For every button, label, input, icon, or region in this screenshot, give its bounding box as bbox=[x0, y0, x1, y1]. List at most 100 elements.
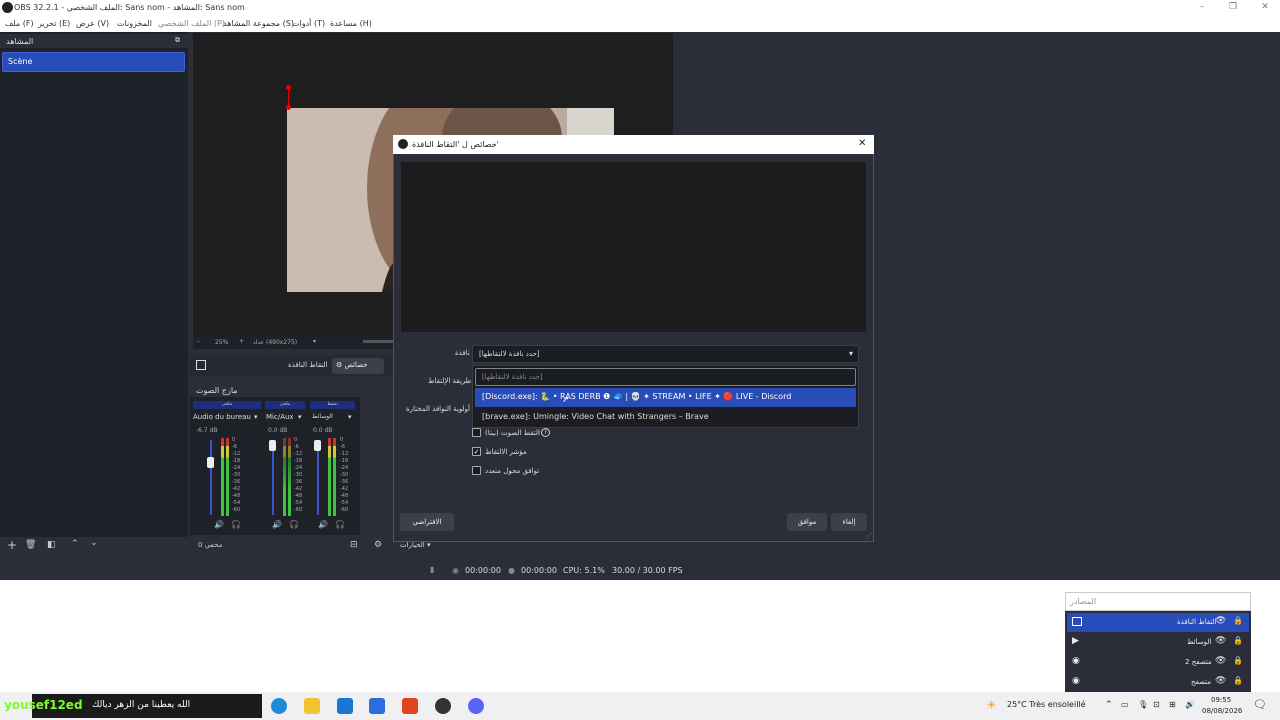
source-item[interactable]: ◉ متصفح 👁 🔒 bbox=[1067, 673, 1249, 692]
mixer-settings-icon[interactable]: ⚙ bbox=[374, 540, 382, 550]
zoom-out-icon[interactable]: – bbox=[197, 338, 200, 345]
window-capture-icon bbox=[1072, 617, 1082, 626]
edge-browser-icon[interactable] bbox=[271, 698, 287, 714]
eye-icon[interactable]: 👁 bbox=[1215, 656, 1226, 666]
minimize-icon[interactable]: – bbox=[1195, 1, 1209, 14]
filter-icon[interactable]: ◧ bbox=[47, 540, 56, 550]
menu-tools[interactable]: أدوات (T) bbox=[292, 19, 325, 28]
eye-icon[interactable]: 👁 bbox=[1215, 636, 1226, 646]
eye-icon[interactable]: 👁 bbox=[1215, 616, 1226, 626]
volume-fader[interactable] bbox=[317, 440, 319, 515]
notifications-icon[interactable]: 🗨 bbox=[1253, 698, 1267, 711]
scenes-title: المشاهد bbox=[6, 37, 34, 46]
ok-button[interactable]: موافق bbox=[787, 513, 827, 531]
tray-app-icon[interactable]: ⊡ bbox=[1153, 700, 1160, 709]
sources-filter-input[interactable]: المصادر bbox=[1065, 592, 1251, 611]
channel-menu-icon[interactable]: ▾ bbox=[254, 413, 258, 421]
add-scene-icon[interactable]: + bbox=[7, 538, 17, 552]
clock-date[interactable]: 08/08/2026 bbox=[1202, 707, 1242, 715]
lock-icon[interactable]: 🔒 bbox=[1233, 676, 1243, 685]
speaker-icon[interactable]: 🔊 bbox=[272, 520, 282, 529]
file-explorer-icon[interactable] bbox=[304, 698, 320, 714]
menu-file[interactable]: ملف (F) bbox=[5, 19, 34, 28]
close-icon[interactable]: ✕ bbox=[858, 138, 866, 149]
db-tick-label: -18 bbox=[232, 458, 241, 464]
checkbox-capture-audio[interactable] bbox=[472, 428, 481, 437]
resize-grip-icon[interactable]: ⋰ bbox=[865, 532, 872, 540]
menu-scene-collection[interactable]: مجموعة المشاهد (S) bbox=[223, 19, 294, 28]
db-tick-label: -48 bbox=[340, 493, 349, 499]
channel-menu-icon[interactable]: ▾ bbox=[298, 413, 302, 421]
dropdown-option[interactable]: [brave.exe]: Umingle: Video Chat with St… bbox=[475, 408, 856, 427]
weather-text[interactable]: 25°C Très ensoleillé bbox=[1007, 700, 1086, 709]
defaults-button[interactable]: الافتراضي bbox=[400, 513, 454, 531]
properties-button[interactable]: ⚙ خصائص bbox=[332, 358, 384, 374]
volume-fader[interactable] bbox=[272, 440, 274, 515]
dropdown-search-input[interactable]: [حدد نافذة لالتقاطها] bbox=[475, 368, 856, 386]
volume-icon[interactable]: 🔊 bbox=[1185, 700, 1195, 709]
checkbox-multi-adapter[interactable] bbox=[472, 466, 481, 475]
headphones-icon[interactable]: 🎧 bbox=[231, 520, 241, 529]
level-meter bbox=[328, 438, 331, 516]
tray-chevron-up-icon[interactable]: ⌃ bbox=[1105, 700, 1113, 710]
volume-fader[interactable] bbox=[210, 440, 212, 515]
menu-edit[interactable]: تحرير (E) bbox=[38, 19, 70, 28]
menu-view[interactable]: عرض (V) bbox=[76, 19, 109, 28]
window-select[interactable]: [حدد نافذة لالتقاطها] ▾ bbox=[472, 345, 859, 363]
fader-knob[interactable] bbox=[269, 440, 276, 451]
speaker-icon[interactable]: 🔊 bbox=[318, 520, 328, 529]
layout-icon[interactable]: ⊟ bbox=[350, 540, 358, 550]
db-scale: 0 -6 -12 -18 -24 -30 -36 -42 -48 -54 -60 bbox=[232, 437, 246, 517]
speaker-icon[interactable]: 🔊 bbox=[214, 520, 224, 529]
menu-docks[interactable]: المخزونات bbox=[117, 19, 152, 28]
scrollbar[interactable] bbox=[363, 340, 393, 343]
clock-time[interactable]: 09:55 bbox=[1211, 696, 1231, 704]
fader-knob[interactable] bbox=[314, 440, 321, 451]
dock-float-icon[interactable]: ⧉ bbox=[175, 36, 180, 45]
headphones-icon[interactable]: 🎧 bbox=[335, 520, 345, 529]
lock-icon[interactable]: 🔒 bbox=[1233, 656, 1243, 665]
chevron-down-icon[interactable]: ▾ bbox=[313, 338, 316, 345]
lock-icon[interactable]: 🔒 bbox=[1233, 616, 1243, 625]
dialog-title-bar: خصائص ل 'التقاط النافذة' ✕ bbox=[393, 135, 874, 154]
headphones-icon[interactable]: 🎧 bbox=[289, 520, 299, 529]
menu-profile[interactable]: الملف الشخصي (P) bbox=[158, 19, 225, 28]
eye-icon[interactable]: 👁 bbox=[1215, 676, 1226, 686]
db-tick-label: -42 bbox=[232, 486, 241, 492]
source-item[interactable]: ◉ متصفح 2 👁 🔒 bbox=[1067, 653, 1249, 672]
cancel-button[interactable]: إلغاء bbox=[831, 513, 867, 531]
window-priority-label: أولوية النوافذ المختارة bbox=[406, 405, 470, 413]
discord-icon[interactable] bbox=[468, 698, 484, 714]
move-up-icon[interactable]: ⌃ bbox=[71, 539, 79, 549]
source-item[interactable]: ▶ الوسائط 👁 🔒 bbox=[1067, 633, 1249, 652]
dropdown-option[interactable]: [Discord.exe]: 🐍 • RAS DERB ❶ 🧢 | 💀 ✦ ST… bbox=[475, 388, 856, 407]
maximize-icon[interactable]: ❐ bbox=[1226, 1, 1240, 14]
network-icon[interactable]: ⊞ bbox=[1169, 700, 1176, 709]
zoom-in-icon[interactable]: + bbox=[239, 338, 244, 345]
scenes-header: المشاهد ⧉ bbox=[0, 34, 188, 48]
close-icon[interactable]: ✕ bbox=[1258, 1, 1272, 14]
transitions-bar: مخفي 0 ⊟ ⚙ bbox=[190, 537, 390, 555]
fader-knob[interactable] bbox=[207, 457, 214, 468]
delete-scene-icon[interactable]: 🗑 bbox=[25, 540, 36, 550]
channel-menu-icon[interactable]: ▾ bbox=[348, 413, 352, 421]
channel-watermark: yousef12ed bbox=[4, 698, 83, 712]
menu-help[interactable]: مساعدة (H) bbox=[330, 19, 372, 28]
brave-browser-icon[interactable] bbox=[402, 698, 418, 714]
checkbox-capture-cursor[interactable]: ✓ bbox=[472, 447, 481, 456]
source-name: متصفح bbox=[1191, 678, 1211, 686]
scene-item[interactable]: Scène bbox=[2, 52, 185, 72]
source-item[interactable]: التقاط النافذة 👁 🔒 bbox=[1067, 613, 1249, 632]
channel-name: Audio du bureau bbox=[193, 413, 251, 421]
capture-method-label: طريقة الإلتقاط bbox=[428, 377, 472, 385]
level-meter bbox=[288, 438, 291, 516]
resize-handle[interactable] bbox=[286, 105, 291, 110]
move-down-icon[interactable]: ⌄ bbox=[90, 538, 98, 548]
help-icon[interactable]: ? bbox=[541, 428, 550, 437]
tray-camera-icon[interactable]: ▭ bbox=[1121, 700, 1129, 709]
store-icon[interactable] bbox=[337, 698, 353, 714]
mail-icon[interactable] bbox=[369, 698, 385, 714]
microphone-icon[interactable]: 🎙 bbox=[1138, 700, 1148, 709]
obs-taskbar-icon[interactable] bbox=[435, 698, 451, 714]
lock-icon[interactable]: 🔒 bbox=[1233, 636, 1243, 645]
